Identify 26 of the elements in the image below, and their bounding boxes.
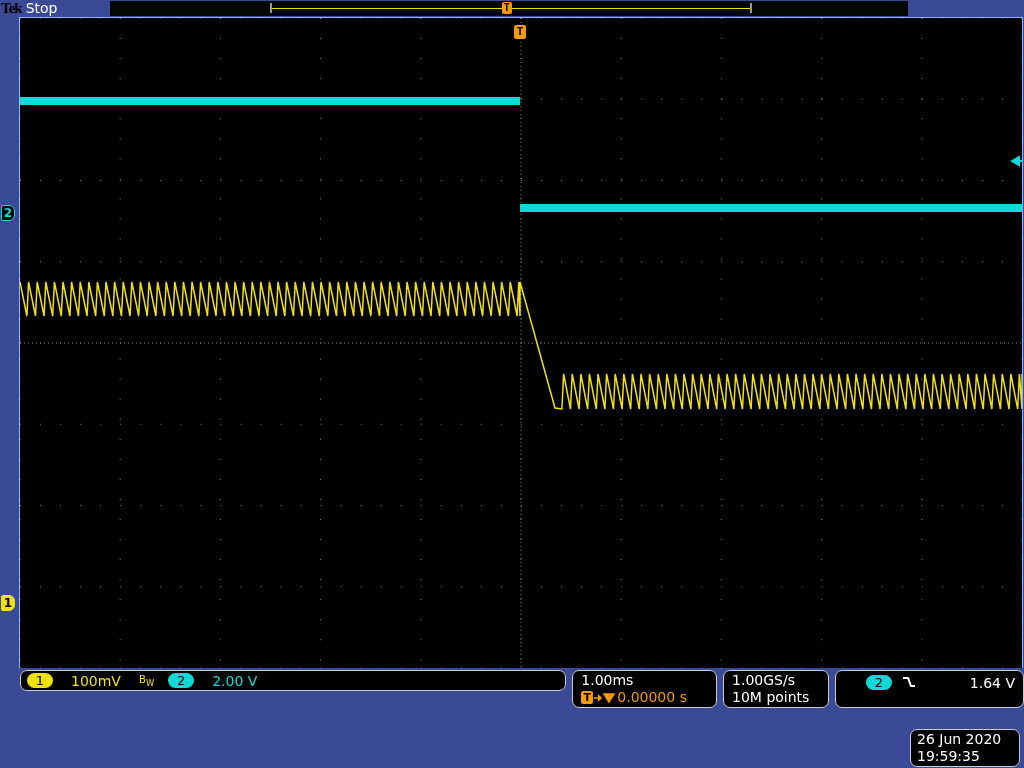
channel-offset-marker: 1 [1,595,15,611]
acquisition-panel[interactable]: 1.00GS/s 10M points [723,670,829,708]
trigger-position-marker: T [501,1,512,14]
trigger-source-badge: 2 [865,675,892,690]
sample-rate: 1.00GS/s [732,672,796,689]
bandwidth-limit-indicator: B$_{W}$ [139,673,155,688]
channel-scale: 100mV [71,672,122,689]
channel-badge[interactable]: 1 [27,673,53,688]
trigger-level-arrow-icon [1011,155,1022,166]
channel-badge[interactable]: 2 [168,673,195,688]
channel-scale: 2.00 V [212,672,259,689]
trigger-marker: T [581,691,594,704]
brand-logo: Tek [0,0,22,16]
trigger-marker: T [514,25,526,39]
time-text: 19:59:35 [917,748,981,765]
trigger-panel[interactable]: 2 1.64 V [834,670,1024,708]
arrow-right-triangle-icon [594,691,617,704]
horizontal-scale: 1.00ms [581,672,635,689]
date-text: 26 Jun 2020 [917,731,1003,748]
timebase-panel[interactable]: 1.00ms T 0.00000 s [572,670,718,708]
channel-offset-marker: 2 [1,205,15,221]
trigger-level: 1.64 V [969,675,1015,692]
horizontal-position: 0.00000 s [617,689,687,706]
acquisition-status: Stop [25,0,59,16]
falling-edge-icon [901,675,916,689]
record-length: 10M points [732,689,811,706]
